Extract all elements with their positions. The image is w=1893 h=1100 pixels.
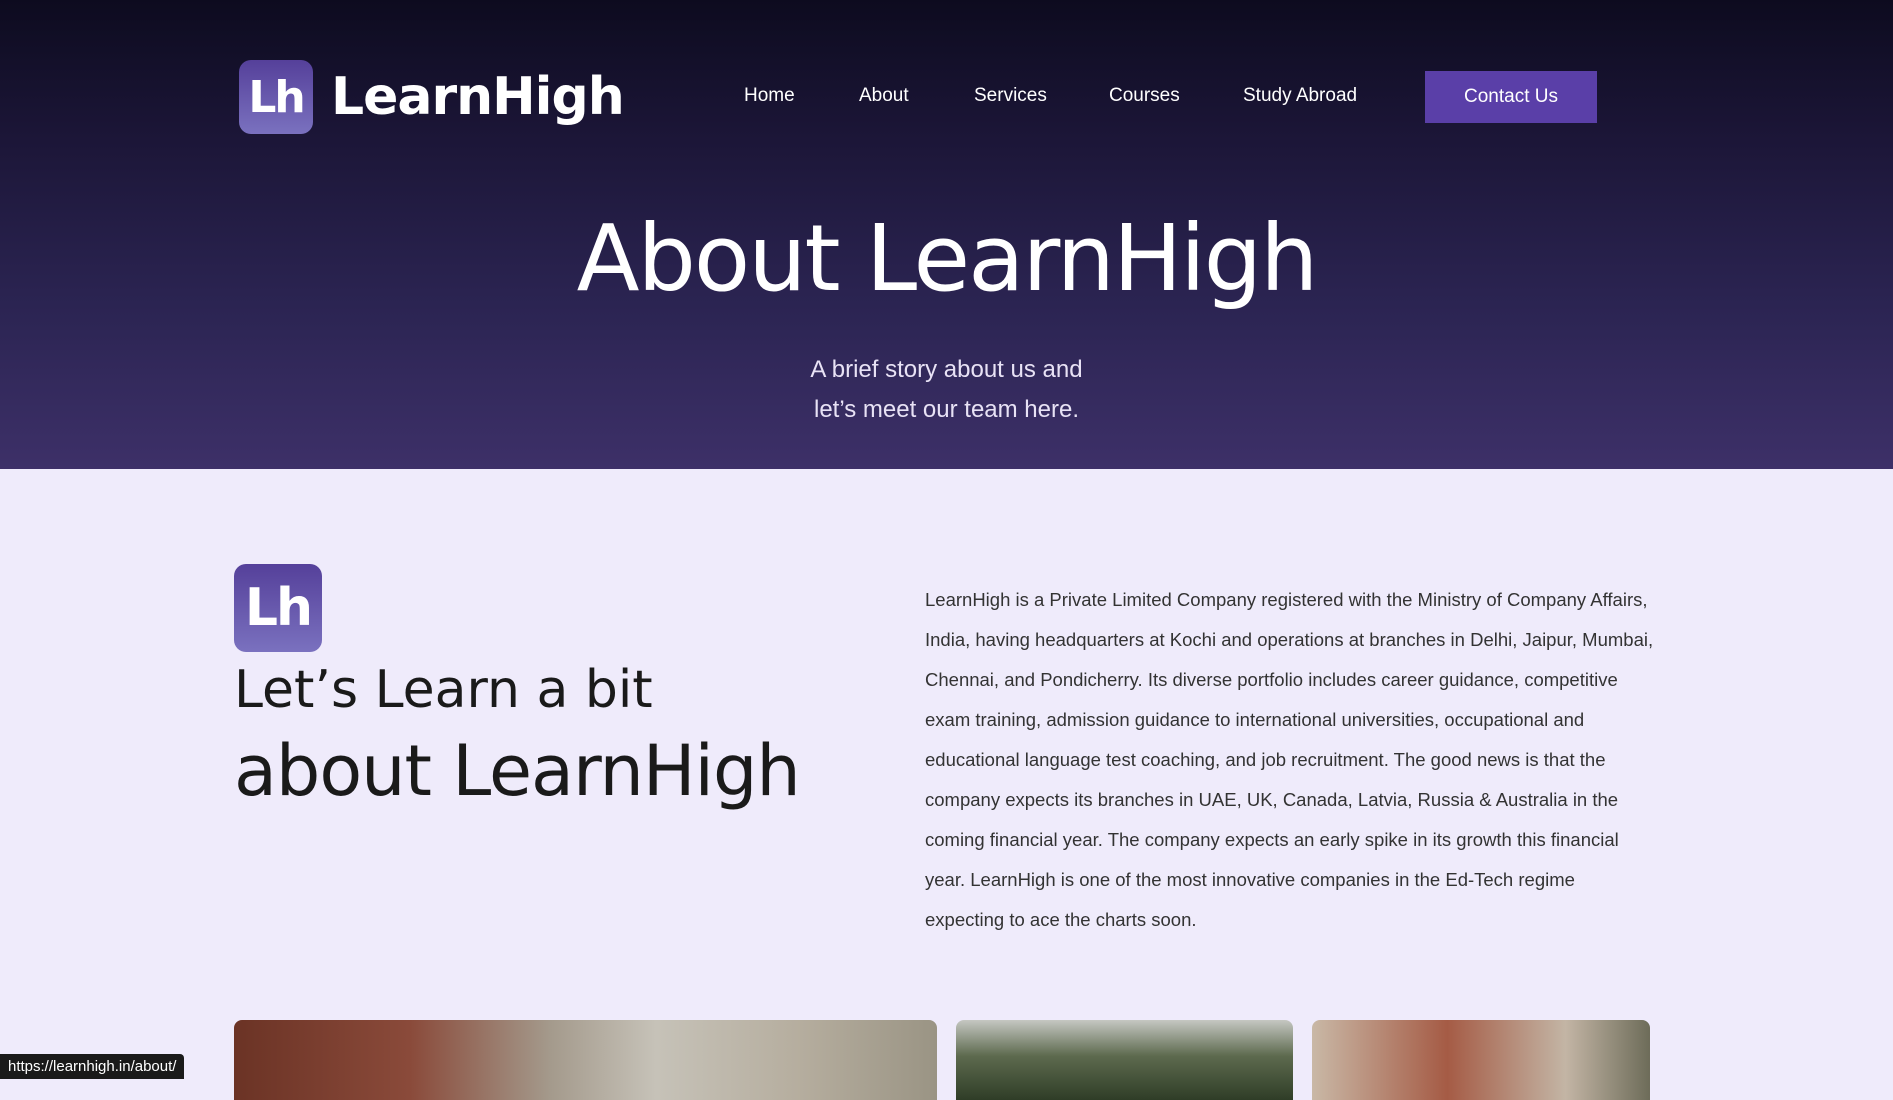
team-photo-2 [956, 1020, 1293, 1100]
hero-subtitle: A brief story about us and let’s meet ou… [0, 350, 1893, 430]
page-title: About LearnHigh [576, 205, 1319, 312]
about-heading-line-2: about LearnHigh [234, 730, 801, 812]
site-logo[interactable]: Lh LearnHigh [239, 60, 625, 134]
contact-us-button[interactable]: Contact Us [1425, 71, 1597, 123]
team-photo-1 [234, 1020, 937, 1100]
team-photo-3 [1312, 1020, 1650, 1100]
nav-about[interactable]: About [859, 85, 909, 107]
nav-courses[interactable]: Courses [1109, 85, 1180, 107]
nav-study-abroad[interactable]: Study Abroad [1243, 85, 1357, 107]
status-bar-url: https://learnhigh.in/about/ [0, 1054, 185, 1079]
hero-subtitle-line-2: let’s meet our team here. [813, 396, 1080, 423]
logo-wordmark: LearnHigh [331, 67, 625, 127]
about-description: LearnHigh is a Private Limited Company r… [925, 589, 1654, 930]
about-logo-badge-icon: Lh [234, 564, 322, 652]
logo-badge-icon: Lh [239, 60, 313, 134]
hero-banner: Lh LearnHigh Home About Services Courses… [0, 0, 1893, 469]
nav-services[interactable]: Services [974, 85, 1047, 107]
nav-home[interactable]: Home [744, 85, 795, 107]
about-heading-line-1: Let’s Learn a bit [234, 660, 653, 720]
hero-subtitle-line-1: A brief story about us and [810, 356, 1083, 383]
